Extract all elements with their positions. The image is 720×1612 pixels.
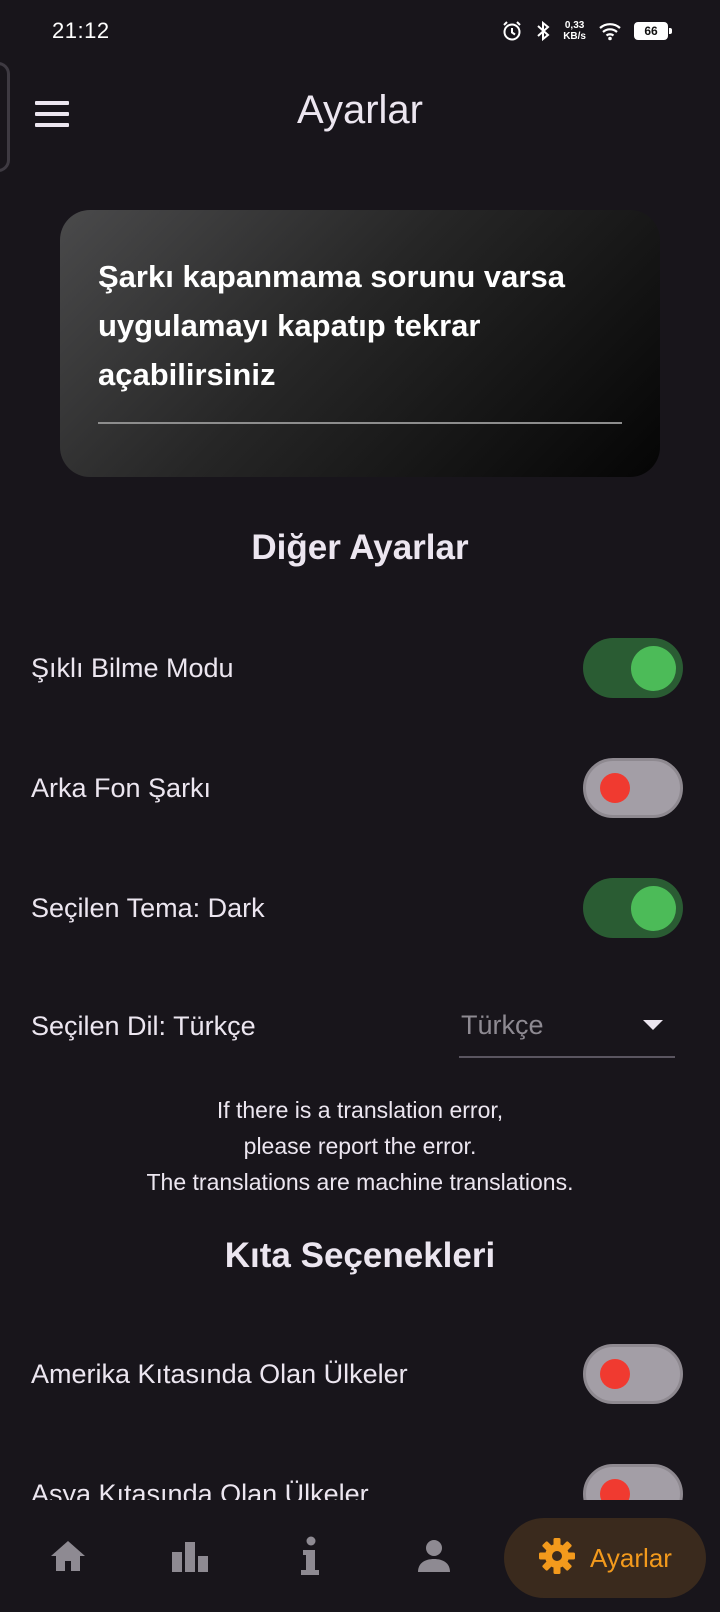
nav-settings[interactable]: Ayarlar	[504, 1518, 706, 1598]
toggle-switch[interactable]	[583, 878, 683, 938]
toggle-knob	[600, 1479, 630, 1500]
nav-settings-label: Ayarlar	[590, 1542, 672, 1573]
status-icons: 0,33 KB/s 66	[501, 20, 672, 42]
setting-row-multiple-choice-mode: Şıklı Bilme Modu	[31, 636, 683, 700]
alarm-icon	[501, 20, 523, 42]
toggle-knob	[631, 885, 676, 931]
setting-row-asia: Asya Kıtasında Olan Ülkeler	[31, 1462, 683, 1500]
settings-scroll-area[interactable]: 21:12 0,33 KB/s 66 Ayarlar Şarkı kapanma…	[0, 0, 720, 1500]
nav-info[interactable]	[280, 1518, 340, 1598]
toggle-switch[interactable]	[583, 1344, 683, 1404]
nav-stats[interactable]	[160, 1518, 220, 1598]
setting-label: Seçilen Tema: Dark	[31, 892, 265, 923]
info-icon	[300, 1536, 320, 1581]
toggle-knob	[600, 1359, 630, 1389]
translation-note-line: If there is a translation error,	[216, 1097, 504, 1123]
battery-indicator: 66	[634, 22, 672, 40]
page-title: Ayarlar	[297, 88, 423, 132]
section-heading-continents: Kıta Seçenekleri	[224, 1236, 496, 1275]
info-card-text: Şarkı kapanmama sorunu varsa uygulamayı …	[98, 259, 565, 392]
language-dropdown-value: Türkçe	[461, 1009, 544, 1040]
setting-label: Arka Fon Şarkı	[31, 772, 212, 803]
nav-home[interactable]	[38, 1518, 98, 1598]
translation-note-line: please report the error.	[243, 1133, 477, 1159]
info-card-divider	[98, 422, 622, 424]
bottom-navigation: Ayarlar	[0, 1500, 720, 1612]
setting-label: Amerika Kıtasında Olan Ülkeler	[31, 1358, 408, 1389]
network-speed-unit: KB/s	[563, 31, 586, 42]
setting-row-theme: Seçilen Tema: Dark	[31, 876, 683, 940]
info-card: Şarkı kapanmama sorunu varsa uygulamayı …	[60, 210, 660, 477]
language-dropdown[interactable]: Türkçe	[459, 1000, 675, 1058]
translation-note: If there is a translation error, please …	[0, 1092, 720, 1200]
gear-icon	[538, 1537, 576, 1580]
bar-chart-icon	[170, 1540, 210, 1577]
setting-row-language: Seçilen Dil: Türkçe	[31, 994, 431, 1058]
status-time: 21:12	[52, 18, 110, 43]
toggle-switch[interactable]	[583, 1464, 683, 1500]
setting-row-america: Amerika Kıtasında Olan Ülkeler	[31, 1342, 683, 1406]
network-speed-value: 0,33	[564, 20, 585, 31]
toggle-knob	[600, 773, 630, 803]
bluetooth-icon	[535, 20, 551, 42]
setting-label: Asya Kıtasında Olan Ülkeler	[31, 1478, 369, 1501]
toggle-switch[interactable]	[583, 758, 683, 818]
setting-label: Seçilen Dil: Türkçe	[31, 1010, 256, 1041]
home-icon	[49, 1539, 87, 1578]
status-bar: 21:12 0,33 KB/s 66	[0, 0, 720, 62]
setting-label: Şıklı Bilme Modu	[31, 652, 234, 683]
person-icon	[416, 1539, 452, 1578]
setting-row-background-music: Arka Fon Şarkı	[31, 756, 683, 820]
network-speed: 0,33 KB/s	[563, 20, 586, 42]
wifi-icon	[598, 21, 622, 41]
nav-profile[interactable]	[404, 1518, 464, 1598]
section-heading-other-settings: Diğer Ayarlar	[251, 528, 469, 567]
toggle-switch[interactable]	[583, 638, 683, 698]
translation-note-line: The translations are machine translation…	[146, 1169, 574, 1195]
app-bar: Ayarlar	[0, 70, 720, 158]
toggle-knob	[631, 645, 676, 691]
chevron-down-icon	[643, 1020, 663, 1030]
